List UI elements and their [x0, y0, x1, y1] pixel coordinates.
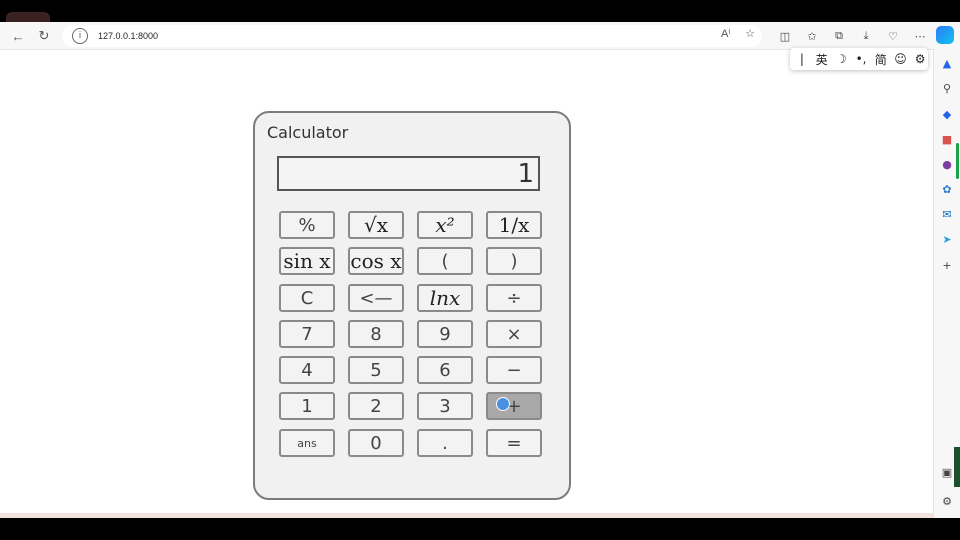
calculator-display: 1	[277, 156, 540, 191]
seven-button[interactable]: 7	[279, 320, 335, 348]
more-icon[interactable]: ⋯	[911, 27, 929, 45]
ime-toolbar: | 英 ☽ •, 简 ☺ ⚙	[790, 48, 928, 70]
four-button[interactable]: 4	[279, 356, 335, 384]
open-paren-button[interactable]: (	[417, 247, 473, 275]
search-icon[interactable]: ⚲	[939, 80, 955, 96]
zero-button[interactable]: 0	[348, 429, 404, 457]
ln-label: lnx	[429, 286, 461, 310]
two-button[interactable]: 2	[348, 392, 404, 420]
clear-button[interactable]: C	[279, 284, 335, 312]
punctuation-icon[interactable]: •,	[853, 52, 869, 66]
bell-icon[interactable]: ▲	[939, 55, 955, 71]
url-text[interactable]: 127.0.0.1:8000	[98, 31, 158, 41]
downloads-icon[interactable]: ⤓	[857, 27, 875, 45]
reciprocal-label: 1/x	[498, 213, 530, 237]
multiply-button[interactable]: ×	[486, 320, 542, 348]
ime-script-toggle[interactable]: 简	[873, 51, 889, 68]
people-icon[interactable]: ●	[939, 156, 955, 172]
reload-icon[interactable]: ↻	[34, 26, 54, 46]
eight-button[interactable]: 8	[348, 320, 404, 348]
nine-button[interactable]: 9	[417, 320, 473, 348]
percent-button[interactable]: %	[279, 211, 335, 239]
tools-icon[interactable]: ■	[939, 131, 955, 147]
sin-label: sin x	[283, 249, 331, 273]
square-label: x²	[435, 213, 455, 237]
ime-handle[interactable]: |	[794, 52, 810, 66]
active-indicator	[956, 143, 959, 179]
backspace-button[interactable]: <—	[348, 284, 404, 312]
cos-button[interactable]: cos x	[348, 247, 404, 275]
copilot-icon[interactable]	[936, 26, 954, 44]
split-screen-icon[interactable]: ◫	[776, 27, 794, 45]
favorites-icon[interactable]: ✩	[803, 27, 821, 45]
shopping-tag-icon[interactable]: ◆	[939, 106, 955, 122]
address-toolbar: ← ↻ i 127.0.0.1:8000 A⁽ ☆ ◫ ✩ ⧉ ⤓ ♡ ⋯	[0, 22, 960, 50]
plus-button[interactable]: +	[486, 392, 542, 420]
divide-button[interactable]: ÷	[486, 284, 542, 312]
emoji-icon[interactable]: ☺	[893, 52, 909, 66]
five-button[interactable]: 5	[348, 356, 404, 384]
address-bar[interactable]: i 127.0.0.1:8000 A⁽ ☆	[62, 25, 762, 47]
calculator-title: Calculator	[267, 123, 349, 142]
mouse-cursor-icon	[496, 397, 510, 411]
office-icon[interactable]: ✿	[939, 181, 955, 197]
sin-button[interactable]: sin x	[279, 247, 335, 275]
dot-button[interactable]: .	[417, 429, 473, 457]
screen-bottom-bar	[0, 518, 960, 540]
close-paren-button[interactable]: )	[486, 247, 542, 275]
calculator-panel: Calculator 1 % √x x² 1/x sin x cos x ( )…	[253, 111, 571, 500]
screen-top-bar	[0, 0, 960, 22]
back-arrow-icon[interactable]: ←	[8, 26, 28, 46]
ime-language-toggle[interactable]: 英	[814, 51, 830, 68]
screen-share-icon[interactable]: ▣	[939, 464, 955, 480]
moon-icon[interactable]: ☽	[833, 52, 849, 66]
favorite-star-icon[interactable]: ☆	[742, 27, 758, 40]
outlook-icon[interactable]: ✉	[939, 206, 955, 222]
page-content: Calculator 1 % √x x² 1/x sin x cos x ( )…	[0, 50, 933, 518]
ime-settings-icon[interactable]: ⚙	[912, 52, 928, 66]
browser-tab[interactable]	[6, 12, 50, 22]
browser-window: ← ↻ i 127.0.0.1:8000 A⁽ ☆ ◫ ✩ ⧉ ⤓ ♡ ⋯ Ca…	[0, 22, 960, 518]
equals-button[interactable]: =	[486, 429, 542, 457]
square-button[interactable]: x²	[417, 211, 473, 239]
sqrt-button[interactable]: √x	[348, 211, 404, 239]
sqrt-label: √x	[363, 213, 389, 237]
cos-label: cos x	[350, 249, 402, 273]
telegram-icon[interactable]: ➤	[939, 231, 955, 247]
one-button[interactable]: 1	[279, 392, 335, 420]
site-info-icon[interactable]: i	[72, 28, 88, 44]
ans-button[interactable]: ans	[279, 429, 335, 457]
collections-icon[interactable]: ⧉	[830, 27, 848, 45]
add-icon[interactable]: +	[939, 257, 955, 273]
read-aloud-icon[interactable]: A⁽	[718, 27, 734, 40]
minus-button[interactable]: −	[486, 356, 542, 384]
six-button[interactable]: 6	[417, 356, 473, 384]
reciprocal-button[interactable]: 1/x	[486, 211, 542, 239]
three-button[interactable]: 3	[417, 392, 473, 420]
settings-icon[interactable]: ⚙	[939, 493, 955, 509]
ln-button[interactable]: lnx	[417, 284, 473, 312]
side-panel-edge	[954, 447, 960, 487]
browser-essentials-icon[interactable]: ♡	[884, 27, 902, 45]
